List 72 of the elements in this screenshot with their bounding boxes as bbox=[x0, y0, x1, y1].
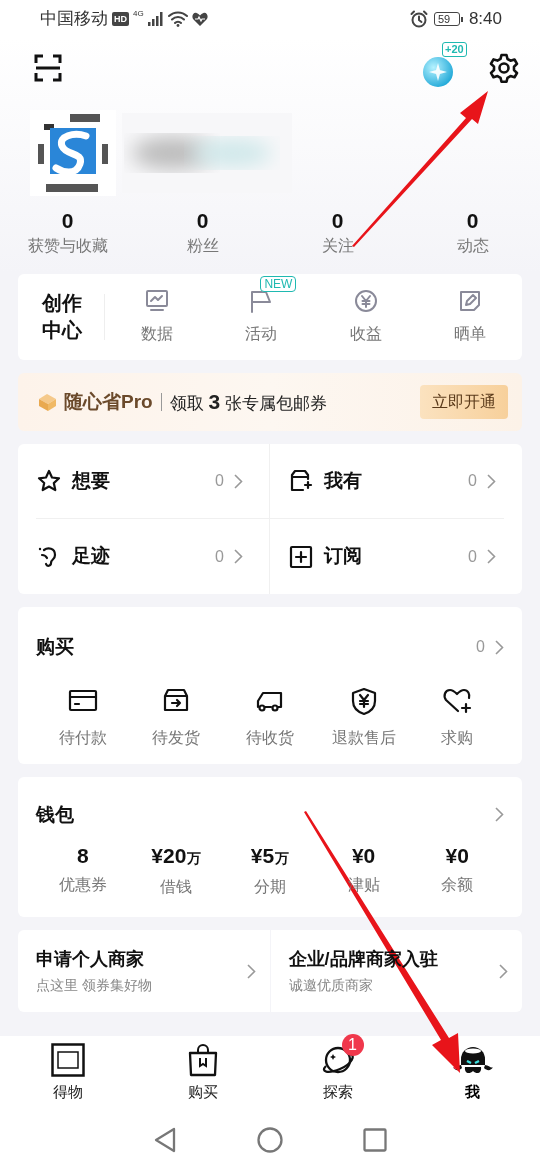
scan-icon[interactable] bbox=[34, 54, 62, 82]
stat-value: 0 bbox=[61, 208, 74, 234]
chevron-icon bbox=[487, 549, 496, 564]
chevron-icon[interactable] bbox=[495, 807, 504, 823]
chevron-icon bbox=[487, 473, 496, 489]
merchant-card[interactable]: 申请个人商家 点这里 领券集好物 bbox=[18, 930, 270, 1012]
chevron-icon bbox=[234, 473, 243, 489]
stat-value: 0 bbox=[331, 208, 344, 234]
notification-badge: 1 bbox=[341, 1033, 364, 1056]
settings-icon[interactable] bbox=[488, 52, 520, 84]
box-plus-icon bbox=[288, 468, 314, 494]
chevron-icon[interactable] bbox=[495, 639, 504, 655]
section-title: 购买 bbox=[36, 635, 75, 659]
order-status-item[interactable]: 退款售后 bbox=[316, 685, 411, 750]
alarm-icon bbox=[409, 10, 428, 28]
tab-item[interactable]: 购买 bbox=[135, 1032, 270, 1104]
new-badge: NEW bbox=[260, 276, 297, 292]
stat-value: 0 bbox=[196, 208, 209, 234]
carrier-name: 中国移动 bbox=[40, 8, 108, 31]
home-icon[interactable] bbox=[257, 1127, 283, 1153]
wifi-icon bbox=[167, 11, 188, 27]
heart-icon bbox=[191, 12, 208, 26]
star-icon bbox=[36, 468, 62, 494]
section-title: 创作中心 bbox=[42, 291, 83, 343]
open-button[interactable]: 立即开通 bbox=[420, 385, 508, 419]
stat-label[interactable]: 动态 bbox=[456, 234, 489, 258]
points-badge: +20 bbox=[442, 42, 467, 57]
order-status-item[interactable]: 待发货 bbox=[129, 685, 224, 750]
order-status-item[interactable]: 求购 bbox=[410, 685, 504, 750]
collection-item[interactable]: 想要 0 bbox=[36, 444, 270, 519]
promo-text: 领取 3 张专属包邮券 bbox=[169, 389, 328, 416]
stat-label[interactable]: 粉丝 bbox=[186, 234, 219, 258]
chevron-icon bbox=[499, 963, 508, 979]
recents-icon[interactable] bbox=[363, 1128, 387, 1152]
wallet-item[interactable]: ¥5万 分期 bbox=[223, 843, 317, 899]
plus-square-icon bbox=[288, 543, 314, 570]
chart-icon bbox=[144, 288, 171, 314]
creator-item[interactable]: 收益 bbox=[313, 276, 418, 346]
stat-value: 0 bbox=[466, 208, 479, 234]
signal-icon bbox=[147, 12, 164, 26]
merchant-subtitle: 点这里 领券集好物 bbox=[36, 976, 152, 995]
chevron-icon bbox=[234, 549, 243, 564]
wallet-item[interactable]: 8 优惠券 bbox=[36, 843, 130, 899]
merchant-subtitle: 诚邀优质商家 bbox=[288, 976, 373, 995]
section-title: 钱包 bbox=[36, 802, 75, 827]
yen-coin-icon bbox=[352, 288, 379, 314]
order-count: 0 bbox=[476, 637, 485, 658]
coupon-icon bbox=[36, 391, 58, 413]
collection-item[interactable]: 足迹 0 bbox=[36, 519, 270, 594]
brand-name: 随心省Pro bbox=[64, 389, 153, 414]
order-status-item[interactable]: 待收货 bbox=[223, 685, 317, 750]
creator-item[interactable]: 晒单 bbox=[417, 276, 522, 346]
stat-label[interactable]: 关注 bbox=[321, 234, 354, 258]
tab-item[interactable]: 1 探索 bbox=[270, 1032, 405, 1104]
battery-level: 59 bbox=[433, 12, 460, 26]
collection-item[interactable]: 订阅 0 bbox=[270, 519, 504, 594]
order-status-item[interactable]: 待付款 bbox=[36, 685, 130, 750]
clock-time: 8:40 bbox=[468, 8, 502, 31]
chevron-icon bbox=[246, 963, 256, 979]
wallet-item[interactable]: ¥20万 借钱 bbox=[129, 843, 224, 899]
creator-item[interactable]: 数据 bbox=[105, 276, 210, 346]
wallet-item[interactable]: ¥0 余额 bbox=[410, 843, 504, 899]
square-logo-icon bbox=[50, 1042, 85, 1077]
back-icon[interactable] bbox=[153, 1127, 177, 1153]
merchant-title: 申请个人商家 bbox=[36, 948, 144, 971]
creator-item[interactable]: NEW 活动 bbox=[209, 276, 314, 346]
collection-item[interactable]: 我有 0 bbox=[270, 444, 504, 519]
stat-label[interactable]: 获赞与收藏 bbox=[27, 234, 108, 258]
tab-item[interactable]: 得物 bbox=[0, 1032, 135, 1104]
network-type: 4G bbox=[133, 8, 144, 21]
hd-badge: HD bbox=[112, 12, 129, 26]
gem-orb-icon[interactable] bbox=[422, 56, 454, 88]
